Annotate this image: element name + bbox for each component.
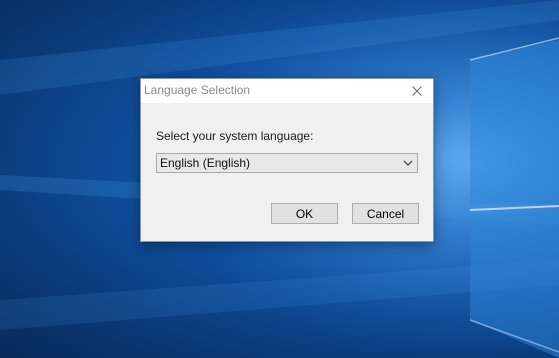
language-select-value: English (English) <box>160 156 251 170</box>
cancel-button[interactable]: Cancel <box>352 203 419 224</box>
close-icon <box>412 86 422 96</box>
dialog-body: Select your system language: English (En… <box>141 103 433 241</box>
close-button[interactable] <box>401 79 433 103</box>
language-prompt-label: Select your system language: <box>156 129 314 143</box>
language-select[interactable]: English (English) <box>156 153 418 173</box>
dialog-titlebar[interactable]: Language Selection <box>141 79 433 103</box>
language-selection-dialog: Language Selection Select your system la… <box>140 78 434 242</box>
ok-button[interactable]: OK <box>271 203 338 224</box>
chevron-down-icon <box>403 160 413 166</box>
desktop: Language Selection Select your system la… <box>0 0 559 358</box>
dialog-title: Language Selection <box>144 83 251 97</box>
